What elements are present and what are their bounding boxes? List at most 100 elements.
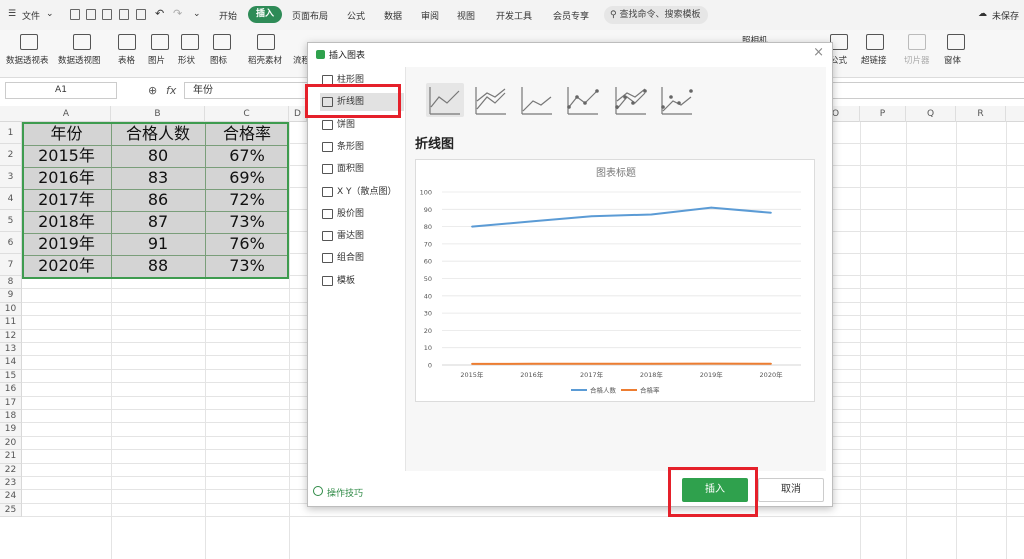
- data-cell[interactable]: 72%: [205, 190, 289, 210]
- chart-type-combo[interactable]: 组合图: [320, 249, 404, 267]
- chart-type-bar[interactable]: 条形图: [320, 138, 404, 156]
- command-search-input[interactable]: ⚲ 查找命令、搜索模板: [604, 6, 708, 24]
- shape-icon[interactable]: [181, 34, 199, 50]
- file-menu[interactable]: 文件: [22, 9, 40, 22]
- picture-icon[interactable]: [151, 34, 169, 50]
- row-header-15[interactable]: 15: [0, 369, 22, 384]
- header-cell[interactable]: 合格人数: [111, 124, 205, 144]
- chart-type-pie[interactable]: 饼图: [320, 116, 404, 134]
- data-cell[interactable]: 69%: [205, 168, 289, 188]
- tab-view[interactable]: 视图: [457, 9, 475, 22]
- row-header-16[interactable]: 16: [0, 383, 22, 397]
- row-header-4[interactable]: 4: [0, 188, 22, 210]
- print-icon[interactable]: [119, 9, 129, 20]
- column-header-A[interactable]: A: [22, 106, 111, 122]
- name-box[interactable]: A1: [5, 82, 117, 99]
- data-cell[interactable]: 91: [111, 234, 205, 254]
- data-cell[interactable]: 2015年: [22, 146, 111, 166]
- material-icon[interactable]: [257, 34, 275, 50]
- line-chart-variant[interactable]: [518, 83, 556, 117]
- data-cell[interactable]: 88: [111, 256, 205, 276]
- column-header-R[interactable]: R: [956, 106, 1006, 122]
- data-cell[interactable]: 83: [111, 168, 205, 188]
- zoom-icon[interactable]: ⊕: [148, 84, 157, 97]
- row-header-23[interactable]: 23: [0, 477, 22, 491]
- header-cell[interactable]: 年份: [22, 124, 111, 144]
- slicer-icon[interactable]: [908, 34, 926, 50]
- preview-icon[interactable]: [136, 9, 146, 20]
- tab-page-layout[interactable]: 页面布局: [292, 9, 328, 22]
- chevron-down-icon[interactable]: ⌄: [46, 9, 54, 19]
- data-cell[interactable]: 76%: [205, 234, 289, 254]
- row-header-14[interactable]: 14: [0, 356, 22, 370]
- data-cell[interactable]: 67%: [205, 146, 289, 166]
- row-header-17[interactable]: 17: [0, 396, 22, 410]
- ribbon-pivot-chart[interactable]: 数据透视图: [58, 54, 101, 66]
- tab-insert[interactable]: 插入: [248, 6, 283, 23]
- row-header-11[interactable]: 11: [0, 316, 22, 330]
- tab-member[interactable]: 会员专享: [553, 9, 589, 22]
- row-header-19[interactable]: 19: [0, 423, 22, 437]
- row-header-21[interactable]: 21: [0, 450, 22, 464]
- tab-data[interactable]: 数据: [384, 9, 402, 22]
- close-icon[interactable]: ×: [813, 45, 824, 60]
- fx-label[interactable]: fx: [166, 84, 176, 97]
- tips-link[interactable]: 操作技巧: [327, 486, 363, 499]
- chart-type-radar[interactable]: 雷达图: [320, 227, 404, 245]
- undo-icon[interactable]: ↶: [155, 7, 164, 20]
- data-cell[interactable]: 2017年: [22, 190, 111, 210]
- icons-icon[interactable]: [213, 34, 231, 50]
- line-chart-variant[interactable]: [426, 83, 464, 117]
- row-header-10[interactable]: 10: [0, 302, 22, 317]
- line-chart-variant[interactable]: [564, 83, 602, 117]
- tips-icon[interactable]: [313, 486, 323, 496]
- chart-type-template[interactable]: 模板: [320, 272, 404, 290]
- line-chart-variant[interactable]: [612, 83, 650, 117]
- redo-icon[interactable]: ↷: [173, 7, 182, 20]
- row-header-1[interactable]: 1: [0, 122, 22, 144]
- data-cell[interactable]: 73%: [205, 212, 289, 232]
- column-header-Q[interactable]: Q: [906, 106, 956, 122]
- ribbon-pivot-table[interactable]: 数据透视表: [6, 54, 49, 66]
- row-header-13[interactable]: 13: [0, 343, 22, 357]
- data-cell[interactable]: 2016年: [22, 168, 111, 188]
- row-header-12[interactable]: 12: [0, 329, 22, 343]
- pivot-table-icon[interactable]: [20, 34, 38, 50]
- tab-review[interactable]: 审阅: [421, 9, 439, 22]
- column-header-B[interactable]: B: [111, 106, 205, 122]
- chart-type-area[interactable]: 面积图: [320, 160, 404, 178]
- row-header-9[interactable]: 9: [0, 289, 22, 303]
- export-icon[interactable]: [102, 9, 112, 20]
- row-header-5[interactable]: 5: [0, 210, 22, 232]
- tab-developer[interactable]: 开发工具: [496, 9, 532, 22]
- tab-formula[interactable]: 公式: [347, 9, 365, 22]
- ribbon-table[interactable]: 表格: [118, 54, 135, 66]
- data-cell[interactable]: 87: [111, 212, 205, 232]
- data-cell[interactable]: 2018年: [22, 212, 111, 232]
- data-cell[interactable]: 86: [111, 190, 205, 210]
- hamburger-icon[interactable]: ☰: [8, 9, 16, 19]
- row-header-22[interactable]: 22: [0, 463, 22, 477]
- link-icon[interactable]: [866, 34, 884, 50]
- data-cell[interactable]: 73%: [205, 256, 289, 276]
- data-cell[interactable]: 2019年: [22, 234, 111, 254]
- column-header-C[interactable]: C: [205, 106, 289, 122]
- more-icon[interactable]: ⌄: [193, 9, 201, 19]
- chart-type-stock[interactable]: 股价图: [320, 205, 404, 223]
- new-doc-icon[interactable]: [70, 9, 80, 20]
- row-header-3[interactable]: 3: [0, 166, 22, 188]
- form-icon[interactable]: [947, 34, 965, 50]
- row-header-2[interactable]: 2: [0, 144, 22, 166]
- data-cell[interactable]: 80: [111, 146, 205, 166]
- row-header-24[interactable]: 24: [0, 490, 22, 504]
- save-status[interactable]: 未保存: [992, 9, 1019, 22]
- row-header-7[interactable]: 7: [0, 254, 22, 276]
- ribbon-slicer[interactable]: 切片器: [904, 54, 930, 66]
- row-header-25[interactable]: 25: [0, 503, 22, 518]
- row-header-20[interactable]: 20: [0, 436, 22, 451]
- header-cell[interactable]: 合格率: [205, 124, 289, 144]
- line-chart-variant[interactable]: [658, 83, 696, 117]
- ribbon-picture[interactable]: 图片: [148, 54, 165, 66]
- row-header-18[interactable]: 18: [0, 410, 22, 424]
- ribbon-form[interactable]: 窗体: [944, 54, 961, 66]
